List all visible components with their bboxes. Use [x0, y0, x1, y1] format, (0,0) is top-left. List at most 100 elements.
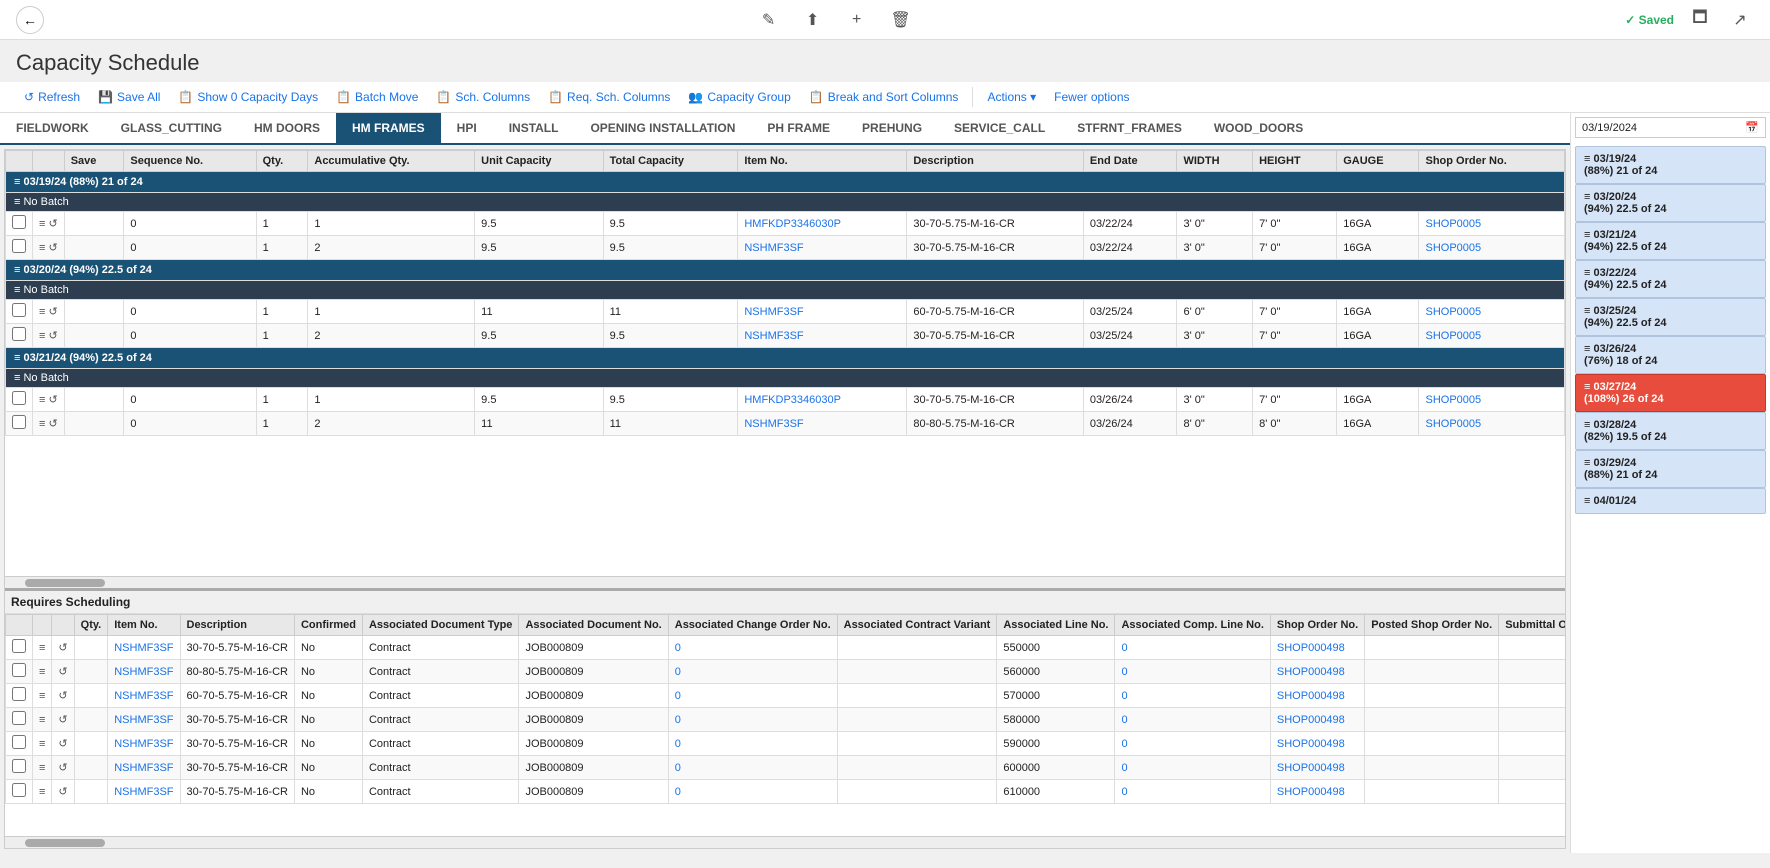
row-refresh-icon[interactable]: ↺	[58, 690, 67, 702]
group-header-3[interactable]: ≡ 03/21/24 (94%) 22.5 of 24	[6, 348, 1565, 369]
row-checkbox[interactable]	[12, 215, 26, 229]
tab-hpi[interactable]: HPI	[441, 113, 493, 143]
item-link[interactable]: NSHMF3SF	[744, 306, 803, 318]
rs-comp-line-link[interactable]: 0	[1121, 762, 1127, 774]
row-menu-icon[interactable]: ≡	[39, 786, 45, 798]
sidebar-date-item-3[interactable]: ≡ 03/22/24 (94%) 22.5 of 24	[1575, 260, 1766, 298]
row-refresh-icon[interactable]: ↺	[58, 642, 67, 654]
item-link[interactable]: NSHMF3SF	[744, 242, 803, 254]
batch-header-1[interactable]: ≡ No Batch	[6, 193, 1565, 212]
rs-comp-line-link[interactable]: 0	[1121, 642, 1127, 654]
shop-order-link[interactable]: SHOP0005	[1425, 218, 1481, 230]
row-refresh-icon[interactable]: ↺	[48, 218, 57, 230]
actions-button[interactable]: Actions ▾	[979, 86, 1044, 108]
sidebar-date-item-6[interactable]: ≡ 03/27/24 (108%) 26 of 24	[1575, 374, 1766, 412]
row-checkbox[interactable]	[12, 735, 26, 749]
save-all-button[interactable]: 💾 Save All	[90, 86, 168, 108]
rs-shop-order-link[interactable]: SHOP000498	[1277, 786, 1345, 798]
tab-service-call[interactable]: SERVICE_CALL	[938, 113, 1061, 143]
rs-item-link[interactable]: NSHMF3SF	[114, 690, 173, 702]
row-menu-icon[interactable]: ≡	[39, 306, 45, 318]
row-checkbox[interactable]	[12, 783, 26, 797]
delete-icon-btn[interactable]: 🗑	[887, 6, 915, 34]
rs-comp-line-link[interactable]: 0	[1121, 666, 1127, 678]
refresh-button[interactable]: ↺ Refresh	[16, 86, 88, 108]
row-checkbox[interactable]	[12, 639, 26, 653]
row-checkbox[interactable]	[12, 391, 26, 405]
break-sort-button[interactable]: 📋 Break and Sort Columns	[801, 86, 967, 108]
rs-shop-order-link[interactable]: SHOP000498	[1277, 666, 1345, 678]
tab-wood-doors[interactable]: WOOD_DOORS	[1198, 113, 1319, 143]
row-refresh-icon[interactable]: ↺	[58, 738, 67, 750]
edit-icon-btn[interactable]: ✎	[755, 6, 783, 34]
show-0-capacity-button[interactable]: 📋 Show 0 Capacity Days	[170, 86, 326, 108]
batch-move-button[interactable]: 📋 Batch Move	[328, 86, 426, 108]
capacity-group-button[interactable]: 👥 Capacity Group	[680, 86, 798, 108]
row-refresh-icon[interactable]: ↺	[58, 762, 67, 774]
tab-hm-frames[interactable]: HM FRAMES	[336, 113, 441, 143]
h-scrollbar-bottom[interactable]	[5, 836, 1565, 848]
rs-item-link[interactable]: NSHMF3SF	[114, 762, 173, 774]
row-checkbox[interactable]	[12, 759, 26, 773]
rs-item-link[interactable]: NSHMF3SF	[114, 786, 173, 798]
row-menu-icon[interactable]: ≡	[39, 330, 45, 342]
tab-stfrnt-frames[interactable]: STFRNT_FRAMES	[1061, 113, 1198, 143]
row-menu-icon[interactable]: ≡	[39, 666, 45, 678]
rs-item-link[interactable]: NSHMF3SF	[114, 642, 173, 654]
row-checkbox[interactable]	[12, 415, 26, 429]
share-icon-btn[interactable]: ⬆	[799, 6, 827, 34]
sch-columns-button[interactable]: 📋 Sch. Columns	[428, 86, 538, 108]
row-refresh-icon[interactable]: ↺	[58, 666, 67, 678]
row-checkbox[interactable]	[12, 303, 26, 317]
sidebar-date-input[interactable]: 03/19/2024 📅	[1575, 117, 1766, 138]
external-icon-btn[interactable]: ↗	[1726, 6, 1754, 34]
sidebar-date-item-5[interactable]: ≡ 03/26/24 (76%) 18 of 24	[1575, 336, 1766, 374]
row-menu-icon[interactable]: ≡	[39, 762, 45, 774]
row-checkbox[interactable]	[12, 239, 26, 253]
window-icon-btn[interactable]: 🗖	[1686, 6, 1714, 34]
shop-order-link[interactable]: SHOP0005	[1425, 394, 1481, 406]
tab-opening-installation[interactable]: OPENING INSTALLATION	[574, 113, 751, 143]
row-menu-icon[interactable]: ≡	[39, 642, 45, 654]
calendar-icon[interactable]: 📅	[1745, 121, 1759, 134]
fewer-options-button[interactable]: Fewer options	[1046, 86, 1137, 108]
rs-comp-line-link[interactable]: 0	[1121, 714, 1127, 726]
row-refresh-icon[interactable]: ↺	[48, 306, 57, 318]
rs-change-order-link[interactable]: 0	[675, 786, 681, 798]
rs-shop-order-link[interactable]: SHOP000498	[1277, 690, 1345, 702]
row-menu-icon[interactable]: ≡	[39, 418, 45, 430]
tab-hm-doors[interactable]: HM DOORS	[238, 113, 336, 143]
row-checkbox[interactable]	[12, 687, 26, 701]
back-button[interactable]: ←	[16, 6, 44, 34]
sidebar-date-item-9[interactable]: ≡ 04/01/24	[1575, 488, 1766, 514]
group-header-2[interactable]: ≡ 03/20/24 (94%) 22.5 of 24	[6, 260, 1565, 281]
sidebar-date-item-4[interactable]: ≡ 03/25/24 (94%) 22.5 of 24	[1575, 298, 1766, 336]
add-icon-btn[interactable]: +	[843, 6, 871, 34]
row-menu-icon[interactable]: ≡	[39, 394, 45, 406]
row-menu-icon[interactable]: ≡	[39, 738, 45, 750]
sidebar-date-item-1[interactable]: ≡ 03/20/24 (94%) 22.5 of 24	[1575, 184, 1766, 222]
rs-change-order-link[interactable]: 0	[675, 642, 681, 654]
row-menu-icon[interactable]: ≡	[39, 242, 45, 254]
row-menu-icon[interactable]: ≡	[39, 714, 45, 726]
rs-change-order-link[interactable]: 0	[675, 762, 681, 774]
rs-item-link[interactable]: NSHMF3SF	[114, 714, 173, 726]
rs-change-order-link[interactable]: 0	[675, 738, 681, 750]
tab-fieldwork[interactable]: FIELDWORK	[0, 113, 105, 143]
shop-order-link[interactable]: SHOP0005	[1425, 242, 1481, 254]
row-refresh-icon[interactable]: ↺	[48, 330, 57, 342]
row-checkbox[interactable]	[12, 711, 26, 725]
shop-order-link[interactable]: SHOP0005	[1425, 306, 1481, 318]
tab-install[interactable]: INSTALL	[493, 113, 575, 143]
sidebar-date-item-2[interactable]: ≡ 03/21/24 (94%) 22.5 of 24	[1575, 222, 1766, 260]
sidebar-date-item-0[interactable]: ≡ 03/19/24 (88%) 21 of 24	[1575, 146, 1766, 184]
item-link[interactable]: NSHMF3SF	[744, 418, 803, 430]
req-scheduling-scroll[interactable]: Qty. Item No. Description Confirmed Asso…	[5, 614, 1565, 836]
row-checkbox[interactable]	[12, 663, 26, 677]
row-refresh-icon[interactable]: ↺	[48, 394, 57, 406]
row-menu-icon[interactable]: ≡	[39, 690, 45, 702]
rs-shop-order-link[interactable]: SHOP000498	[1277, 762, 1345, 774]
rs-comp-line-link[interactable]: 0	[1121, 786, 1127, 798]
schedule-scroll[interactable]: Save Sequence No. Qty. Accumulative Qty.…	[5, 150, 1565, 576]
item-link[interactable]: HMFKDP3346030P	[744, 218, 841, 230]
